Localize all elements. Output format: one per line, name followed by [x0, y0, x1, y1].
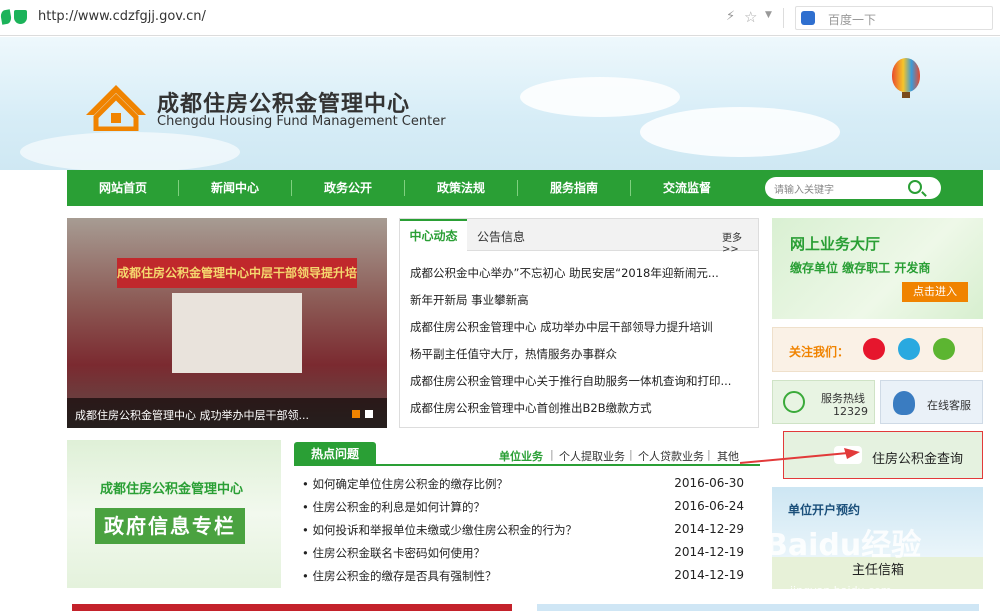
lightning-icon[interactable]: ⚡ [726, 9, 735, 24]
slide-indicator-active[interactable] [352, 410, 360, 418]
faq-question[interactable]: 如何投诉和举报单位未缴或少缴住房公积金的行为？ [312, 523, 577, 537]
bottom-banner-red [72, 604, 512, 611]
faq-cat-other[interactable]: 其他 [717, 448, 739, 464]
faq-row[interactable]: • 如何投诉和举报单位未缴或少缴住房公积金的行为？ 2014-12-29 [302, 522, 752, 538]
hot-questions-panel: 热点问题 单位业务 | 个人提取业务 | 个人贷款业务 | 其他 • 如何确定单… [294, 440, 760, 590]
faq-question[interactable]: 住房公积金的缴存是否具有强制性？ [312, 569, 496, 583]
divider: | [550, 448, 554, 461]
hot-air-balloon-icon [892, 58, 920, 92]
nav-news[interactable]: 新闻中心 [179, 170, 291, 206]
slide-caption[interactable]: 成都住房公积金管理中心 成功举办中层干部领... [75, 407, 309, 423]
divider: | [707, 448, 711, 461]
news-panel: 中心动态 公告信息 更多>> 成都公积金中心举办”不忘初心 助民安居“2018年… [399, 218, 759, 428]
cloud-decoration [520, 77, 680, 117]
bottom-banner-blue [537, 604, 979, 611]
nav-policy[interactable]: 政策法规 [405, 170, 517, 206]
news-item[interactable]: 杨平副主任值守大厅，热情服务办事群众 [410, 346, 617, 362]
gov-info-title: 政府信息专栏 [95, 508, 245, 544]
online-service-label: 在线客服 [927, 399, 971, 412]
faq-date: 2014-12-19 [674, 568, 744, 582]
site-search-input[interactable]: 请输入关键字 [765, 177, 941, 199]
slide-indicator[interactable] [365, 410, 373, 418]
faq-date: 2014-12-29 [674, 522, 744, 536]
browser-search-input[interactable]: 百度一下 [795, 6, 993, 30]
faq-cat-unit[interactable]: 单位业务 [499, 448, 543, 464]
tencent-weibo-icon[interactable] [898, 338, 920, 360]
secure-shield-icon [14, 10, 27, 24]
gov-info-banner[interactable]: 成都住房公积金管理中心 政府信息专栏 [67, 440, 281, 588]
gov-info-org: 成都住房公积金管理中心 [100, 482, 244, 497]
follow-us-bar: 关注我们： [772, 327, 983, 372]
news-item[interactable]: 成都住房公积金管理中心关于推行自助服务一体机查询和打印... [410, 373, 731, 389]
url-field[interactable]: http://www.cdzfgjj.gov.cn/ [38, 9, 206, 24]
nav-service-guide[interactable]: 服务指南 [518, 170, 630, 206]
wechat-icon[interactable] [933, 338, 955, 360]
fund-query-label: 住房公积金查询 [872, 452, 964, 467]
faq-date: 2014-12-19 [674, 545, 744, 559]
baidu-paw-icon[interactable] [801, 11, 815, 25]
watermark-brand: Baidu经验 [765, 528, 922, 563]
tab-hot-questions[interactable]: 热点问题 [294, 442, 376, 466]
phone-icon [783, 391, 805, 413]
main-nav: 网站首页 新闻中心 政务公开 政策法规 服务指南 交流监督 请输入关键字 [67, 170, 983, 206]
follow-us-label: 关注我们： [789, 345, 850, 359]
projector-screen [172, 293, 302, 373]
tab-center-news[interactable]: 中心动态 [400, 219, 467, 252]
search-placeholder: 百度一下 [828, 13, 877, 27]
online-hall-subtitle: 缴存单位 缴存职工 开发商 [790, 261, 931, 275]
faq-cat-withdraw[interactable]: 个人提取业务 [559, 448, 625, 464]
balloon-basket [902, 92, 910, 98]
chevron-down-icon[interactable]: ▼ [765, 10, 772, 20]
faq-cat-loan[interactable]: 个人贷款业务 [638, 448, 704, 464]
account-booking-label: 单位开户预约 [788, 503, 861, 517]
online-hall-banner[interactable]: 网上业务大厅 缴存单位 缴存职工 开发商 点击进入 [772, 218, 983, 319]
nav-home[interactable]: 网站首页 [67, 170, 179, 206]
hotline-label: 服务热线 [821, 392, 865, 405]
logo-house-icon [86, 85, 146, 131]
nav-feedback[interactable]: 交流监督 [631, 170, 743, 206]
site-title-en: Chengdu Housing Fund Management Center [157, 114, 446, 129]
news-item[interactable]: 成都住房公积金管理中心 成功举办中层干部领导力提升培训 [410, 319, 713, 335]
faq-row[interactable]: • 住房公积金的缴存是否具有强制性？ 2014-12-19 [302, 568, 752, 584]
cloud-decoration [20, 132, 240, 172]
divider [783, 8, 784, 28]
slide-banner: 成都住房公积金管理中心中层干部领导提升培训 [117, 258, 357, 310]
search-placeholder: 请输入关键字 [774, 185, 834, 196]
faq-row[interactable]: • 住房公积金的利息是如何计算的？ 2016-06-24 [302, 499, 752, 515]
news-slideshow[interactable]: 成都住房公积金管理中心中层干部领导提升培训 成都住房公积金管理中心 成功举办中层… [67, 218, 387, 428]
news-item[interactable]: 新年开新局 事业攀新高 [410, 292, 529, 308]
faq-row[interactable]: • 如何确定单位住房公积金的缴存比例？ 2016-06-30 [302, 476, 752, 492]
faq-row[interactable]: • 住房公积金联名卡密码如何使用？ 2014-12-19 [302, 545, 752, 561]
faq-date: 2016-06-24 [674, 499, 744, 513]
watermark-url: jingyan.baidu.com [790, 584, 892, 597]
faq-question[interactable]: 如何确定单位住房公积金的缴存比例？ [312, 477, 508, 491]
weibo-icon[interactable] [863, 338, 885, 360]
online-hall-title: 网上业务大厅 [790, 235, 881, 253]
search-icon[interactable] [908, 180, 922, 194]
news-item[interactable]: 成都住房公积金管理中心首创推出B2B缴款方式 [410, 400, 652, 416]
divider: | [629, 448, 633, 461]
faq-question[interactable]: 住房公积金的利息是如何计算的？ [312, 500, 485, 514]
browser-address-bar: http://www.cdzfgjj.gov.cn/ ⚡ ☆ ▼ 百度一下 [0, 0, 1000, 36]
service-hotline[interactable]: 服务热线 12329 [772, 380, 875, 424]
enter-button[interactable]: 点击进入 [902, 282, 968, 302]
leaf-icon [0, 9, 13, 25]
site-header [0, 37, 1000, 172]
bookmark-star-icon[interactable]: ☆ [744, 8, 757, 26]
more-link[interactable]: 更多>> [722, 229, 758, 255]
news-item[interactable]: 成都公积金中心举办”不忘初心 助民安居“2018年迎新闹元... [410, 265, 719, 281]
cloud-decoration [640, 107, 840, 157]
faq-date: 2016-06-30 [674, 476, 744, 490]
nav-gov-affairs[interactable]: 政务公开 [292, 170, 404, 206]
hotline-number: 12329 [833, 405, 868, 418]
tab-announcements[interactable]: 公告信息 [477, 228, 525, 245]
online-service[interactable]: 在线客服 [880, 380, 983, 424]
headset-agent-icon [893, 391, 915, 415]
faq-question[interactable]: 住房公积金联名卡密码如何使用？ [312, 546, 485, 560]
